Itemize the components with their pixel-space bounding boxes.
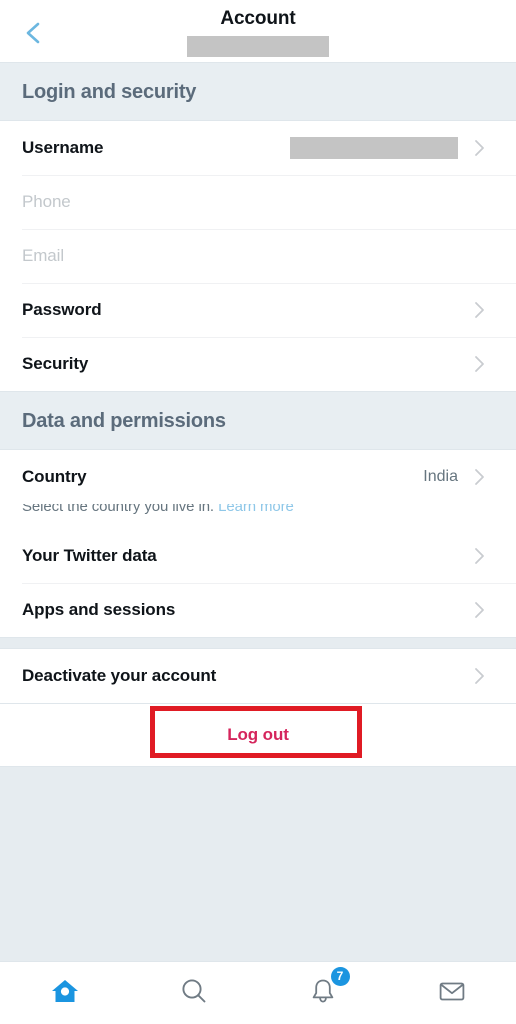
redacted-handle	[187, 36, 329, 57]
bell-icon: 7	[308, 966, 350, 1011]
empty-area	[0, 766, 516, 961]
row-your-twitter-data[interactable]: Your Twitter data	[0, 529, 516, 583]
row-security[interactable]: Security	[0, 337, 516, 391]
row-deactivate-your-account[interactable]: Deactivate your account	[0, 649, 516, 703]
redacted-username-value	[290, 137, 458, 159]
chevron-right-icon	[472, 667, 486, 685]
row-label: Phone	[22, 192, 71, 211]
search-icon	[179, 976, 209, 1011]
country-block: Country India Select the country you liv…	[0, 450, 516, 529]
row-password[interactable]: Password	[0, 283, 516, 337]
chevron-right-icon	[472, 301, 486, 319]
nav-item-home[interactable]	[0, 962, 129, 1024]
row-apps-and-sessions[interactable]: Apps and sessions	[0, 583, 516, 637]
nav-item-notifications[interactable]: 7	[258, 962, 387, 1024]
title-block: Account	[0, 8, 516, 57]
chevron-right-icon	[472, 468, 486, 486]
logout-button[interactable]: Log out	[227, 725, 289, 745]
section-gap	[0, 637, 516, 649]
chevron-right-icon	[472, 139, 486, 157]
account-settings-screen: Account Login and security Username Phon…	[0, 0, 516, 1024]
nav-item-search[interactable]	[129, 962, 258, 1024]
row-label: Username	[22, 138, 104, 157]
notification-badge: 7	[330, 966, 350, 986]
login-and-security-rows: Username Phone Email Password Security	[0, 121, 516, 391]
section-header-login-and-security: Login and security	[0, 62, 516, 121]
row-label: Security	[22, 354, 89, 373]
bottom-navigation-bar: 7	[0, 961, 516, 1024]
top-bar: Account	[0, 0, 516, 62]
home-icon	[50, 976, 80, 1011]
row-phone[interactable]: Phone	[0, 175, 516, 229]
row-label: Deactivate your account	[22, 666, 217, 685]
chevron-right-icon	[472, 547, 486, 565]
row-value-country: India	[423, 468, 458, 485]
chevron-right-icon	[472, 355, 486, 373]
row-label: Email	[22, 246, 65, 265]
row-username[interactable]: Username	[0, 121, 516, 175]
row-country[interactable]: Country India	[0, 450, 516, 504]
logout-section: Log out	[0, 704, 516, 766]
row-label: Country	[22, 467, 87, 486]
envelope-icon	[437, 976, 467, 1011]
row-label: Apps and sessions	[22, 600, 176, 619]
row-label: Your Twitter data	[22, 546, 157, 565]
row-label: Password	[22, 300, 102, 319]
deactivate-rows: Deactivate your account	[0, 649, 516, 703]
nav-item-messages[interactable]	[387, 962, 516, 1024]
data-and-permissions-rows: Country India Select the country you liv…	[0, 450, 516, 637]
row-email[interactable]: Email	[0, 229, 516, 283]
page-title: Account	[220, 8, 296, 29]
section-header-data-and-permissions: Data and permissions	[0, 391, 516, 450]
chevron-right-icon	[472, 601, 486, 619]
